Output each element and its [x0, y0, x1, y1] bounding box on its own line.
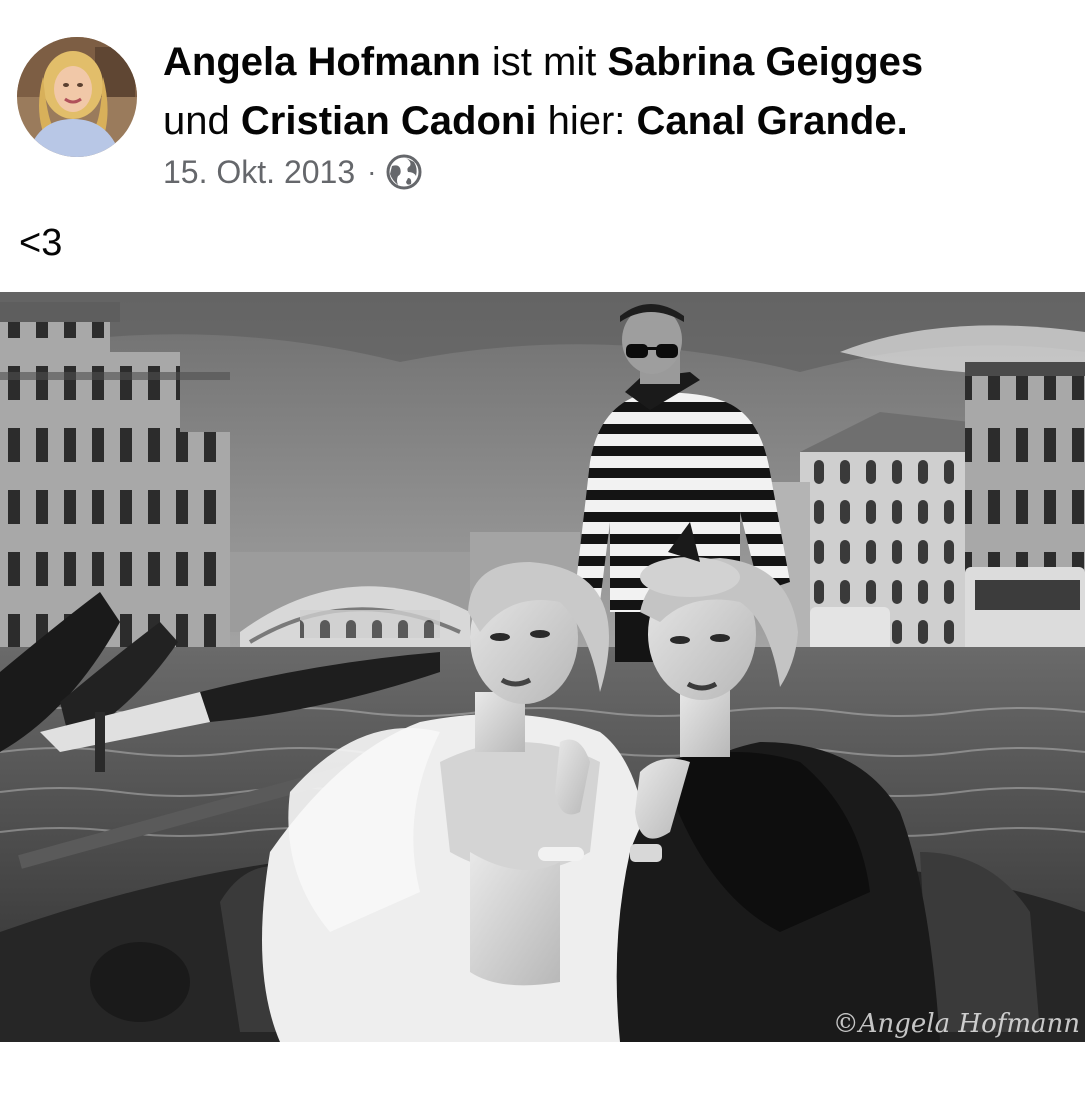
- globe-icon[interactable]: [386, 154, 422, 190]
- post-message: <3: [19, 222, 63, 264]
- photo-watermark: ©Angela Hofmann: [833, 1009, 1080, 1039]
- post-photo[interactable]: ©Angela Hofmann: [0, 292, 1085, 1042]
- title-period: .: [896, 99, 908, 143]
- with-text: ist mit: [491, 40, 597, 84]
- post-date-link[interactable]: 15. Okt. 2013: [163, 154, 355, 191]
- tagged-person-link[interactable]: Sabrina Geigges: [607, 40, 923, 84]
- post-title: Angela Hofmann ist mit Sabrina Geigges u…: [163, 33, 1063, 151]
- place-prefix: hier:: [547, 99, 626, 143]
- meta-separator: ·: [367, 156, 377, 187]
- author-avatar[interactable]: [17, 37, 137, 157]
- and-text: und: [163, 99, 230, 143]
- place-link[interactable]: Canal Grande: [637, 99, 897, 143]
- post-meta: 15. Okt. 2013 ·: [163, 152, 422, 192]
- author-name-link[interactable]: Angela Hofmann: [163, 40, 481, 84]
- tagged-person-link[interactable]: Cristian Cadoni: [241, 99, 537, 143]
- post-header: Angela Hofmann ist mit Sabrina Geigges u…: [0, 0, 1085, 200]
